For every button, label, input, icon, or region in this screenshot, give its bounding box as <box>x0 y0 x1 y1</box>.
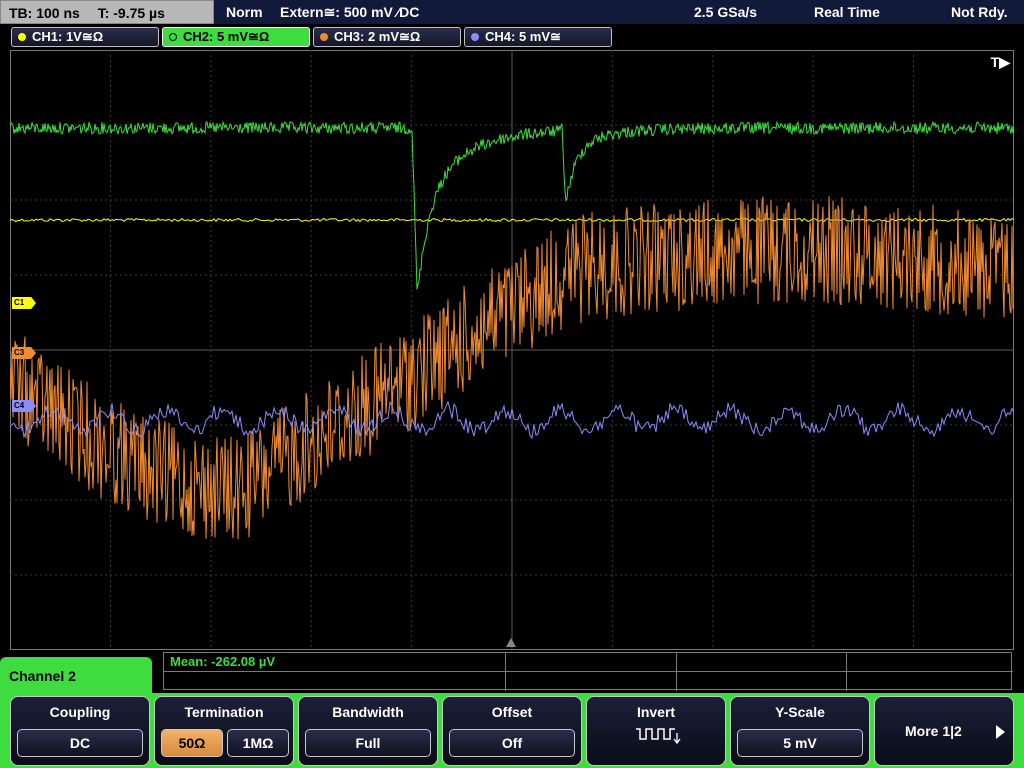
tab-ch2[interactable]: CH2: 5 mV≅Ω <box>162 27 310 47</box>
measurement-divider <box>505 653 506 691</box>
yscale-value[interactable]: 5 mV <box>737 729 863 757</box>
coupling-label: Coupling <box>49 704 111 720</box>
termination-50ohm-option[interactable]: 50Ω <box>161 729 223 757</box>
tab-ch4[interactable]: CH4: 5 mV≅ <box>464 27 612 47</box>
timebase-value: TB: 100 ns <box>9 5 80 21</box>
bandwidth-label: Bandwidth <box>332 704 404 720</box>
ch1-label: CH1: 1V≅Ω <box>32 29 104 44</box>
invert-label: Invert <box>636 704 676 720</box>
ch3-level-marker[interactable]: C3 <box>12 347 36 359</box>
measurement-divider <box>846 653 847 691</box>
bandwidth-softkey[interactable]: Bandwidth Full <box>298 696 438 766</box>
trigger-status: Not Rdy. <box>951 4 1008 20</box>
offset-value[interactable]: Off <box>449 729 575 757</box>
more-softkey[interactable]: More 1|2 <box>874 696 1014 766</box>
channel-bar: CH1: 1V≅Ω CH2: 5 mV≅Ω CH3: 2 mV≅Ω CH4: 5… <box>0 25 1024 49</box>
yscale-softkey[interactable]: Y-Scale 5 mV <box>730 696 870 766</box>
measurement-divider <box>164 671 1013 672</box>
tab-ch1[interactable]: CH1: 1V≅Ω <box>11 27 159 47</box>
tab-ch3[interactable]: CH3: 2 mV≅Ω <box>313 27 461 47</box>
ch2-dot-icon <box>169 33 177 41</box>
trigger-position-marker: T▶ <box>990 54 1010 70</box>
trigger-position-value: T: -9.75 µs <box>97 5 165 21</box>
ch4-label: CH4: 5 mV≅ <box>485 29 561 44</box>
ch4-dot-icon <box>471 33 479 41</box>
yscale-label: Y-Scale <box>775 704 825 720</box>
acquisition-mode[interactable]: Real Time <box>814 0 880 24</box>
timebase-box[interactable]: TB: 100 ns T: -9.75 µs <box>0 0 214 24</box>
termination-1mohm-option[interactable]: 1MΩ <box>227 729 289 757</box>
mean-measurement: Mean: -262.08 µV <box>170 654 276 669</box>
next-page-arrow-icon <box>996 725 1005 739</box>
coupling-value[interactable]: DC <box>17 729 143 757</box>
offset-softkey[interactable]: Offset Off <box>442 696 582 766</box>
coupling-softkey[interactable]: Coupling DC <box>10 696 150 766</box>
ch3-label: CH3: 2 mV≅Ω <box>334 29 421 44</box>
trigger-time-arrow-icon <box>506 638 516 647</box>
ch4-level-marker[interactable]: C4 <box>12 400 36 412</box>
more-label: More 1|2 <box>905 723 962 739</box>
ch2-label: CH2: 5 mV≅Ω <box>183 29 270 44</box>
termination-label: Termination <box>184 704 264 720</box>
waveform-display[interactable] <box>10 50 1014 650</box>
ch1-level-marker[interactable]: C1 <box>12 297 36 309</box>
measurement-divider <box>676 653 677 691</box>
measurement-table <box>163 652 1013 691</box>
ch1-dot-icon <box>18 33 26 41</box>
ch3-dot-icon <box>320 33 328 41</box>
status-bar: TB: 100 ns T: -9.75 µs Norm Extern≅: 500… <box>0 0 1024 24</box>
menu-title: Channel 2 <box>0 657 152 697</box>
offset-label: Offset <box>491 704 533 720</box>
sample-rate[interactable]: 2.5 GSa/s <box>694 0 757 24</box>
trigger-source[interactable]: Extern≅: 500 mV ⁄DC <box>280 0 419 24</box>
bandwidth-value[interactable]: Full <box>305 729 431 757</box>
termination-softkey[interactable]: Termination 50Ω 1MΩ <box>154 696 294 766</box>
invert-softkey[interactable]: Invert <box>586 696 726 766</box>
trigger-mode[interactable]: Norm <box>226 0 263 24</box>
invert-waveform-icon <box>636 728 681 745</box>
